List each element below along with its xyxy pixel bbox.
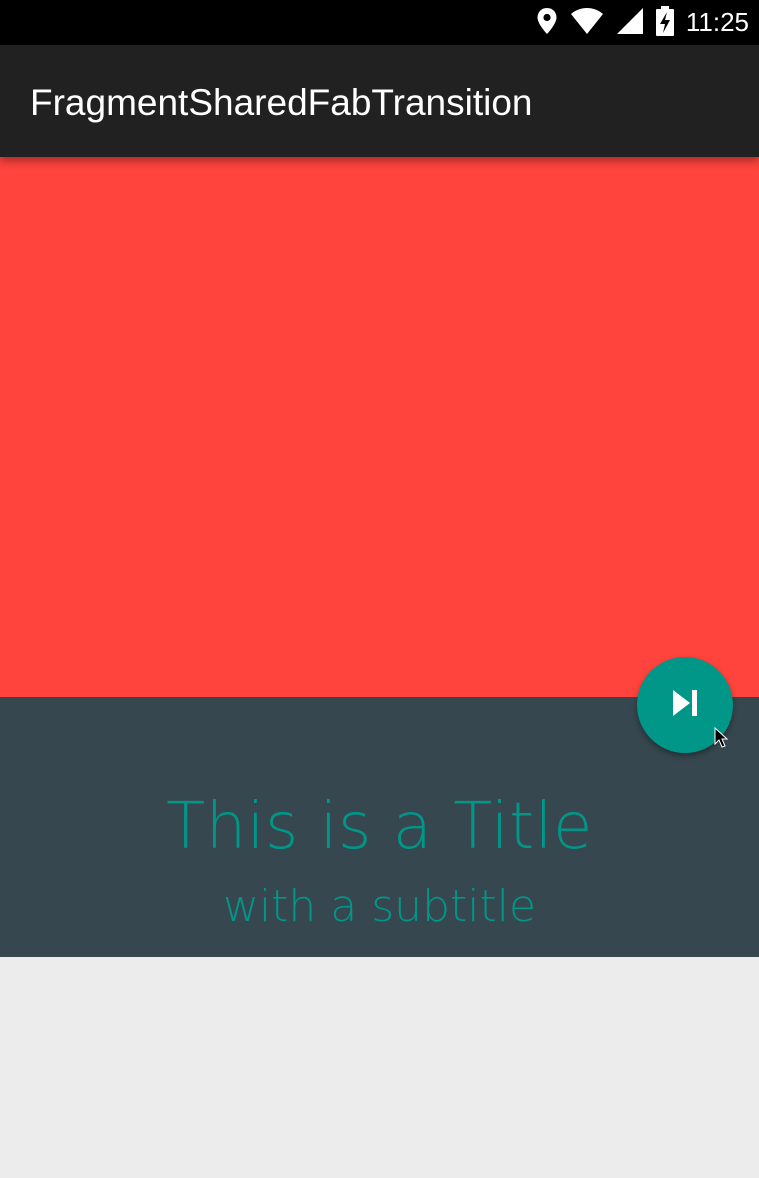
header-subtitle: with a subtitle <box>222 881 537 932</box>
wifi-icon <box>570 7 604 39</box>
header-title: This is a Title <box>166 790 593 864</box>
cellular-signal-icon <box>616 7 644 39</box>
status-bar: 11:25 <box>0 0 759 45</box>
status-icons: 11:25 <box>536 0 749 45</box>
hero-image-area <box>0 157 759 697</box>
toolbar-title: FragmentSharedFabTransition <box>30 82 533 123</box>
location-icon <box>536 7 558 39</box>
content-area <box>0 957 759 1178</box>
battery-charging-icon <box>655 5 674 40</box>
mouse-pointer <box>714 726 730 749</box>
skip-next-icon <box>670 688 700 722</box>
app-toolbar: FragmentSharedFabTransition <box>0 45 759 157</box>
header-panel: This is a Title with a subtitle <box>0 697 759 957</box>
status-time: 11:25 <box>685 7 749 37</box>
